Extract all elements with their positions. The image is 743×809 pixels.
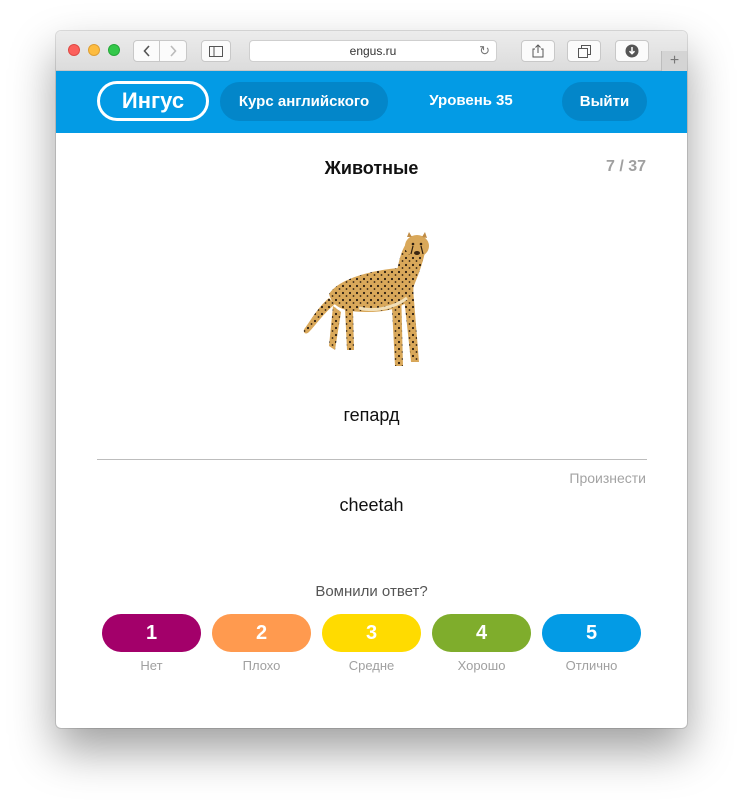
address-bar[interactable]: engus.ru ↻ [249, 40, 497, 62]
new-tab-button[interactable]: + [661, 51, 687, 71]
rating-1: 1 Нет [102, 614, 201, 673]
rating-button-3[interactable]: 3 [322, 614, 421, 652]
address-url: engus.ru [349, 44, 397, 58]
site-logo[interactable]: Ингус [97, 81, 209, 121]
course-button[interactable]: Курс английского [220, 82, 388, 121]
level-value: 35 [496, 92, 513, 109]
share-button[interactable] [521, 40, 555, 62]
rating-3: 3 Средне [322, 614, 421, 673]
rating-label-5: Отлично [565, 658, 618, 673]
back-button[interactable] [133, 40, 160, 62]
recall-question: Вомнили ответ? [315, 583, 428, 600]
rating-button-1[interactable]: 1 [102, 614, 201, 652]
chevron-left-icon [142, 45, 150, 57]
pronounce-link[interactable]: Произнести [569, 470, 646, 486]
forward-button[interactable] [160, 40, 187, 62]
sidebar-button[interactable] [201, 40, 231, 62]
downloads-button[interactable] [615, 40, 649, 62]
site-header: Ингус Курс английского Уровень 35 Выйти [56, 71, 687, 133]
rating-label-1: Нет [140, 658, 163, 673]
rating-4: 4 Хорошо [432, 614, 531, 673]
close-window-button[interactable] [68, 44, 80, 56]
minimize-window-button[interactable] [88, 44, 100, 56]
chevron-right-icon [170, 45, 177, 57]
rating-2: 2 Плохо [212, 614, 311, 673]
download-icon [625, 44, 639, 58]
browser-toolbar: engus.ru ↻ + [56, 31, 687, 71]
zoom-window-button[interactable] [108, 44, 120, 56]
rating-button-2[interactable]: 2 [212, 614, 311, 652]
rating-button-4[interactable]: 4 [432, 614, 531, 652]
word-russian: гепард [343, 405, 400, 425]
share-icon [532, 44, 544, 58]
level-label: Уровень [429, 92, 493, 109]
rating-button-5[interactable]: 5 [542, 614, 641, 652]
logout-button[interactable]: Выйти [562, 82, 647, 121]
rating-buttons: 1 Нет 2 Плохо 3 Средне 4 Хорошо 5 Отличн… [102, 614, 642, 674]
level-indicator: Уровень 35 [411, 92, 531, 109]
reload-icon[interactable]: ↻ [479, 43, 490, 59]
rating-label-3: Средне [348, 658, 395, 673]
word-english: cheetah [339, 495, 404, 515]
tabs-icon [577, 44, 591, 58]
rating-5: 5 Отлично [542, 614, 641, 673]
rating-label-2: Плохо [242, 658, 281, 673]
tabs-button[interactable] [567, 40, 601, 62]
card-divider [97, 459, 647, 460]
cheetah-image [303, 232, 429, 366]
card-progress: 7 / 37 [605, 158, 646, 175]
rating-label-4: Хорошо [457, 658, 506, 673]
topic-title: Животные [324, 158, 419, 178]
sidebar-icon [209, 45, 223, 57]
navigation-buttons [133, 40, 187, 62]
browser-window: engus.ru ↻ + Ингус Курс английского Уров… [56, 31, 687, 728]
